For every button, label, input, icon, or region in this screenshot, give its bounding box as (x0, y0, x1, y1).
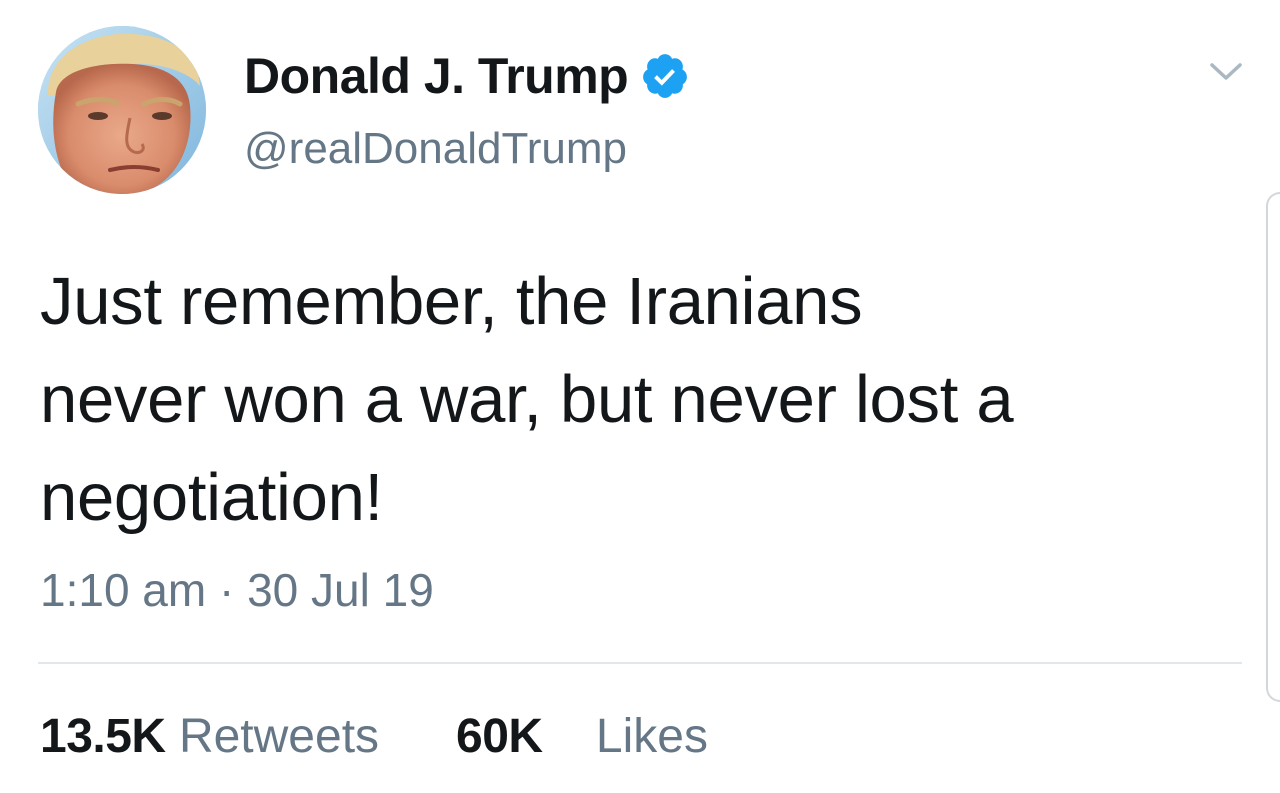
tweet-card: Donald J. Trump @realDonaldTrump Just re… (0, 0, 1280, 793)
avatar[interactable] (38, 26, 206, 194)
likes-stat[interactable]: 60K Likes (456, 707, 708, 767)
tweet-text-line: negotiation! (40, 460, 383, 535)
tweet-text: Just remember, the Iranians never won a … (40, 253, 1220, 547)
likes-count: 60K (456, 710, 543, 763)
retweets-count: 13.5K (40, 710, 166, 763)
avatar-image (38, 26, 206, 194)
divider (38, 662, 1242, 664)
scrollbar[interactable] (1266, 192, 1280, 702)
likes-label: Likes (595, 710, 708, 763)
verified-badge-icon (640, 51, 690, 101)
tweet-text-line: never won a war, but never lost a (40, 362, 1014, 437)
tweet-timestamp[interactable]: 1:10 am · 30 Jul 19 (40, 560, 434, 620)
retweets-stat[interactable]: 13.5K Retweets (40, 707, 379, 767)
user-handle[interactable]: @realDonaldTrump (244, 121, 627, 177)
display-name[interactable]: Donald J. Trump (244, 46, 690, 106)
chevron-down-icon[interactable] (1206, 54, 1246, 88)
retweets-label: Retweets (178, 710, 380, 763)
display-name-text: Donald J. Trump (244, 48, 629, 104)
tweet-text-line: Just remember, the Iranians (40, 264, 863, 339)
